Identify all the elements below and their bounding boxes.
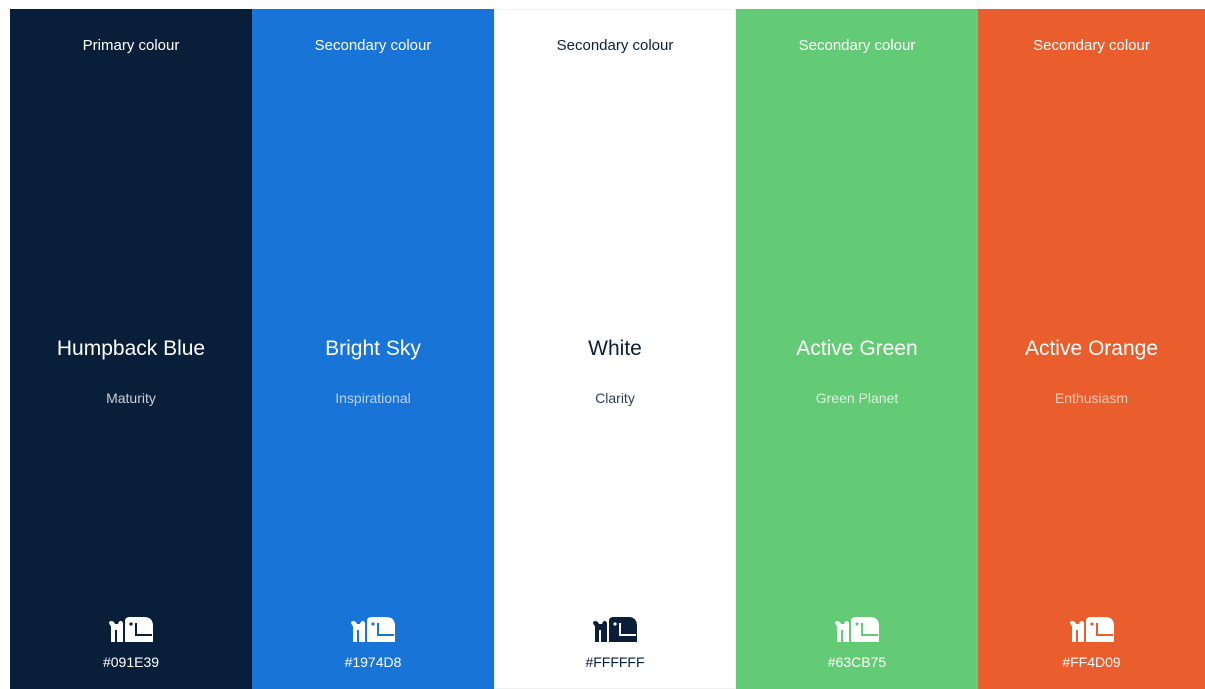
swatch-hex: #1974D8 xyxy=(344,654,402,670)
colour-palette: Primary colour Humpback Blue Maturity #0… xyxy=(10,9,1205,689)
swatch-name: Active Green xyxy=(796,337,918,360)
swatch-bright-sky: Secondary colour Bright Sky Inspirationa… xyxy=(252,9,494,689)
swatch-name: Humpback Blue xyxy=(56,337,206,360)
swatch-hex: #FF4D09 xyxy=(1062,654,1121,670)
swatch-name: Bright Sky xyxy=(325,337,421,360)
swatch-trait: Enthusiasm xyxy=(1054,390,1129,406)
swatch-label: Primary colour xyxy=(82,37,180,54)
swatch-trait: Clarity xyxy=(595,390,635,406)
swatch-label: Secondary colour xyxy=(798,37,916,54)
humpback-logo-icon xyxy=(351,617,395,642)
humpback-logo-icon xyxy=(835,617,879,642)
swatch-hex: #FFFFFF xyxy=(585,654,645,670)
swatch-trait: Green Planet xyxy=(815,390,899,406)
humpback-logo-icon xyxy=(109,617,153,642)
swatch-label: Secondary colour xyxy=(1033,37,1150,54)
swatch-active-green: Secondary colour Active Green Green Plan… xyxy=(736,9,978,689)
swatch-hex: #091E39 xyxy=(102,654,160,670)
humpback-logo-icon xyxy=(1069,617,1114,642)
swatch-white: Secondary colour White Clarity #FFFFFF xyxy=(494,9,736,689)
swatch-trait: Inspirational xyxy=(335,390,411,406)
swatch-trait: Maturity xyxy=(106,390,156,406)
swatch-label: Secondary colour xyxy=(314,37,432,54)
humpback-logo-icon xyxy=(593,617,637,642)
swatch-active-orange: Secondary colour Active Orange Enthusias… xyxy=(978,9,1205,689)
swatch-name: White xyxy=(588,337,642,360)
swatch-hex: #63CB75 xyxy=(827,654,887,670)
swatch-humpback-blue: Primary colour Humpback Blue Maturity #0… xyxy=(10,9,252,689)
swatch-label: Secondary colour xyxy=(556,37,674,54)
swatch-name: Active Orange xyxy=(1024,337,1159,360)
